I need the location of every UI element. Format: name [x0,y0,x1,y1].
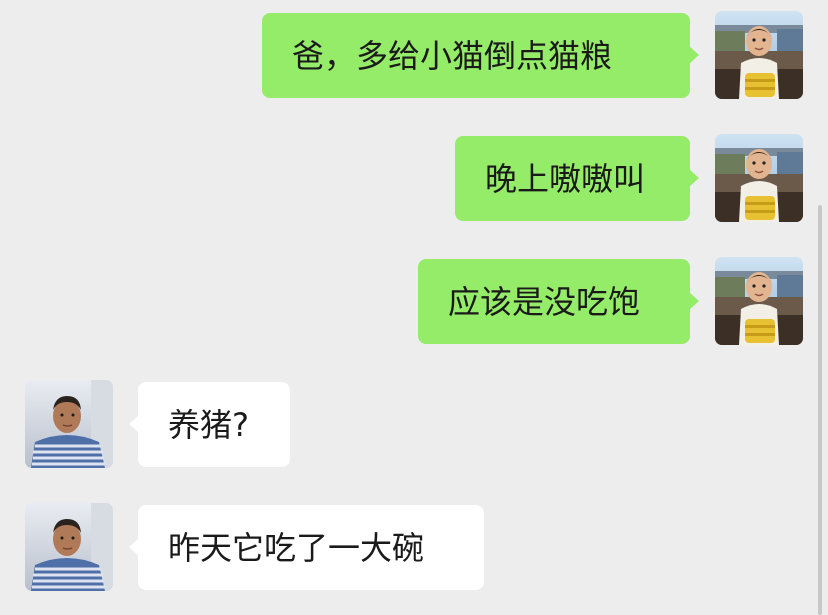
message-bubble-self[interactable]: 爸，多给小猫倒点猫粮 [262,13,699,98]
child-avatar-image [715,134,803,222]
self-avatar[interactable] [715,134,803,222]
message-bubble-self[interactable]: 晚上嗷嗷叫 [455,136,699,221]
child-avatar-image [715,11,803,99]
self-avatar[interactable] [715,11,803,99]
father-avatar[interactable] [25,380,113,468]
message-bubble-self[interactable]: 应该是没吃饱 [418,259,699,344]
father-avatar-image [25,503,113,591]
father-avatar[interactable] [25,503,113,591]
child-avatar-image [715,257,803,345]
self-avatar[interactable] [715,257,803,345]
message-text: 应该是没吃饱 [448,282,641,321]
message-bubble-other[interactable]: 昨天它吃了一大碗 [129,505,484,590]
father-avatar-image [25,380,113,468]
message-text: 爸，多给小猫倒点猫粮 [292,36,613,75]
message-text: 昨天它吃了一大碗 [168,528,425,567]
message-bubble-other[interactable]: 养猪? [129,382,290,467]
scrollbar[interactable] [818,205,822,615]
chat-message-list[interactable]: 爸，多给小猫倒点猫粮 晚上嗷嗷叫 应该是没吃饱 养猪? 昨天它吃了一大碗 [0,0,828,615]
message-text: 晚上嗷嗷叫 [485,159,646,198]
message-text: 养猪? [168,405,249,444]
